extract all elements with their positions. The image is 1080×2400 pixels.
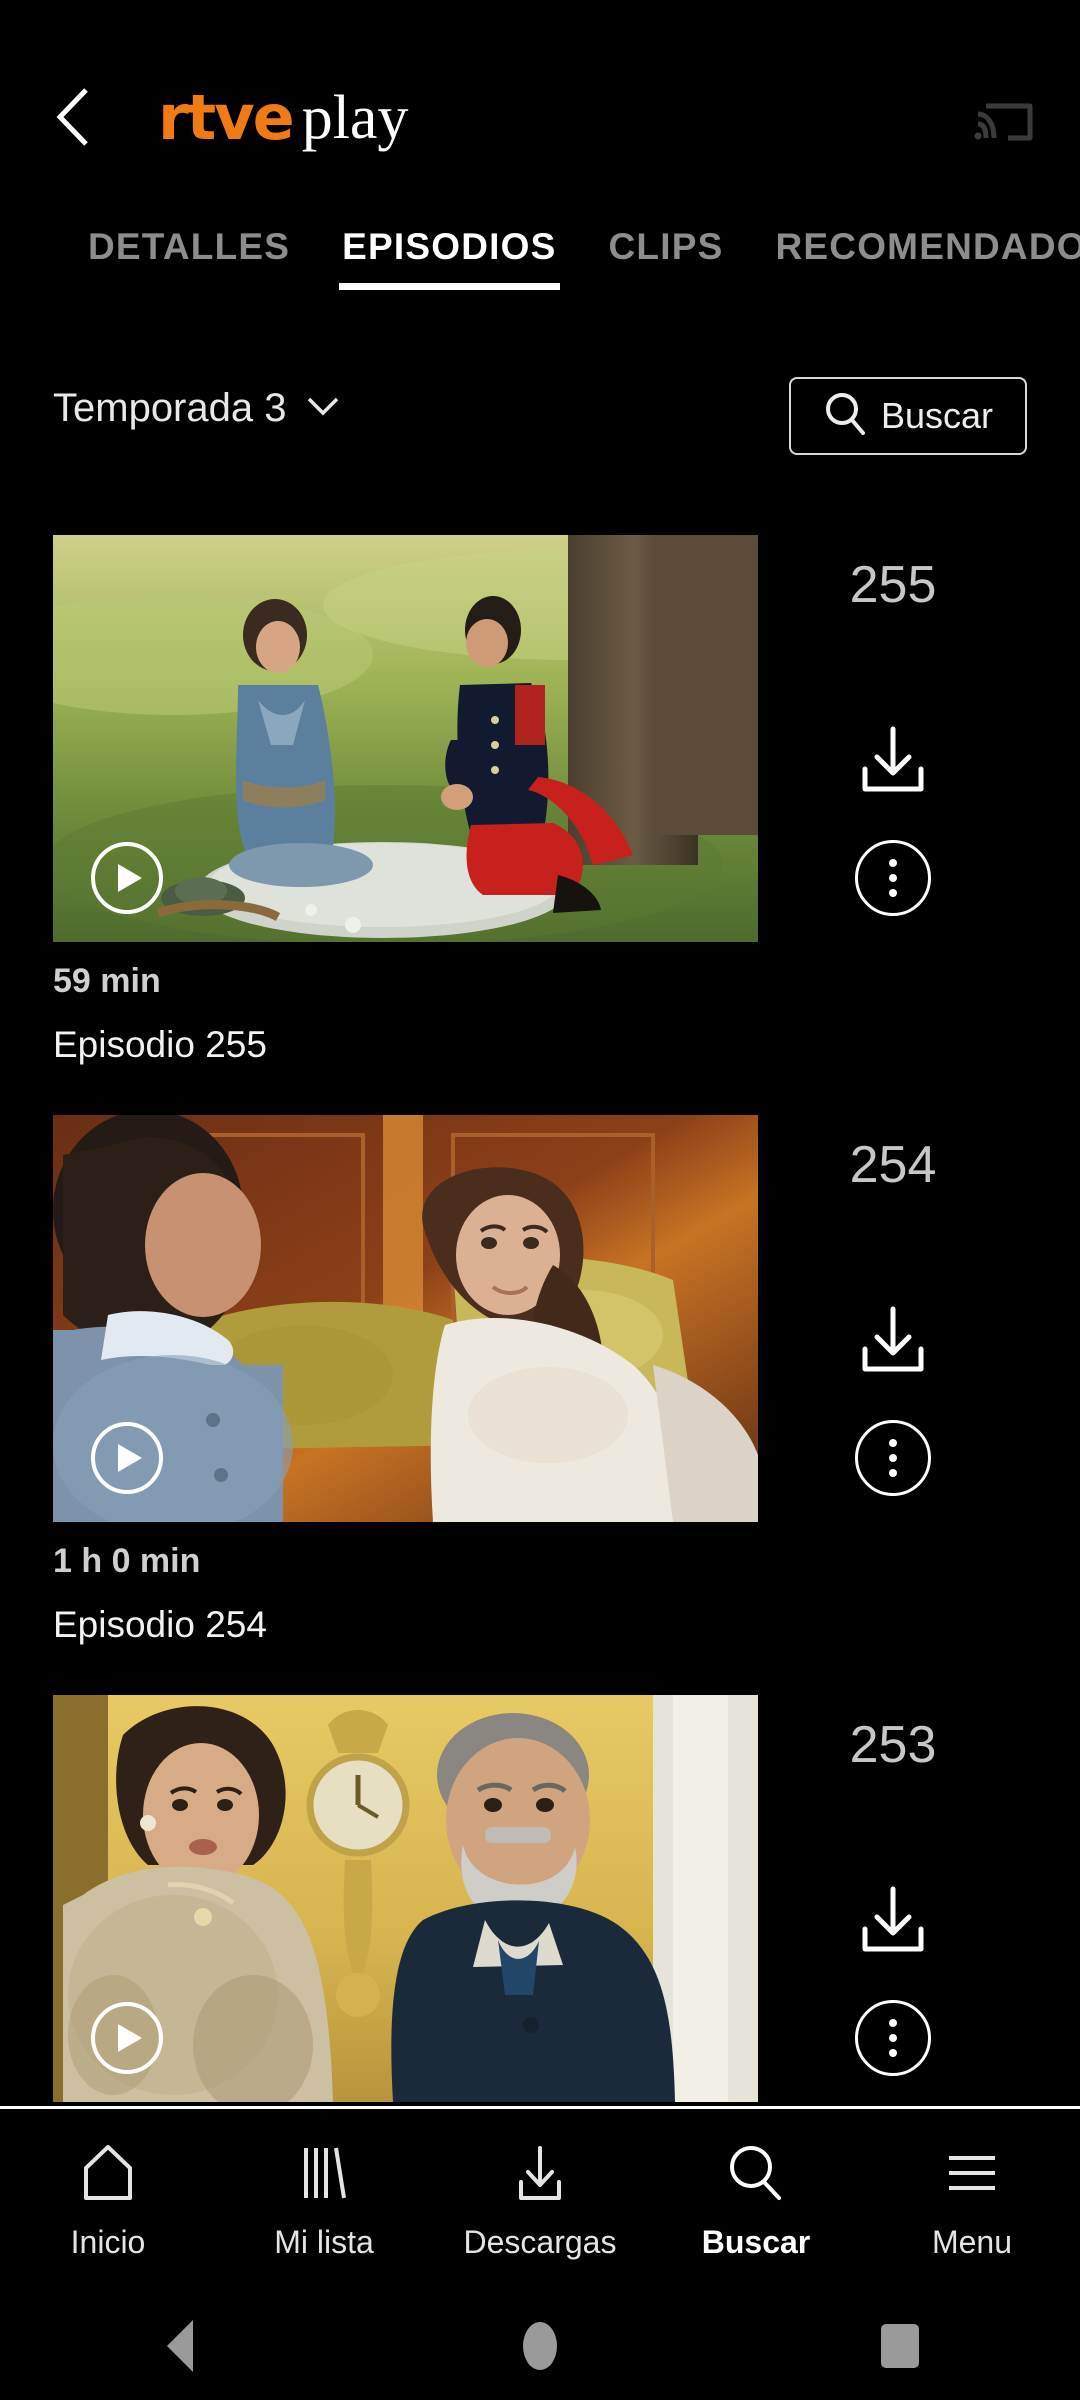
home-icon bbox=[78, 2140, 138, 2206]
tab-clips[interactable]: CLIPS bbox=[609, 212, 724, 268]
nav-label-buscar: Buscar bbox=[701, 2223, 811, 2260]
episode-thumbnail[interactable] bbox=[53, 1695, 758, 2102]
more-vertical-icon bbox=[889, 889, 897, 897]
list-item[interactable]: 1 h 0 min Episodio 254 254 bbox=[0, 1080, 1080, 1660]
download-icon bbox=[849, 721, 937, 806]
more-vertical-icon bbox=[889, 2019, 897, 2027]
episode-title: Episodio 255 bbox=[53, 1024, 267, 1065]
more-vertical-icon bbox=[889, 1469, 897, 1477]
episode-list[interactable]: 59 min Episodio 255 255 1 h 0 min Episod… bbox=[0, 500, 1080, 2108]
more-options-button[interactable] bbox=[855, 840, 931, 916]
chevron-left-icon bbox=[54, 86, 94, 148]
more-options-button[interactable] bbox=[855, 1420, 931, 1496]
search-icon bbox=[823, 390, 867, 443]
bottom-navigation[interactable]: Inicio Mi lista Descargas Buscar Menu bbox=[0, 2109, 1080, 2291]
episode-actions: 253 bbox=[758, 1695, 1080, 2108]
nav-label-menu: Menu bbox=[931, 2223, 1013, 2260]
download-icon bbox=[849, 1301, 937, 1386]
nav-label-mi-lista: Mi lista bbox=[274, 2223, 374, 2260]
hamburger-icon bbox=[941, 2140, 1003, 2206]
episode-thumbnail[interactable] bbox=[53, 535, 758, 942]
season-row: Temporada 3 Buscar bbox=[0, 372, 1080, 476]
play-icon bbox=[118, 2024, 142, 2052]
tab-detalles[interactable]: DETALLES bbox=[88, 212, 290, 268]
download-icon bbox=[509, 2140, 571, 2206]
download-icon bbox=[849, 1881, 937, 1966]
square-recents-icon bbox=[881, 2323, 919, 2368]
nav-item-descargas[interactable]: Descargas bbox=[432, 2109, 648, 2291]
more-vertical-icon bbox=[889, 2034, 897, 2042]
download-button[interactable] bbox=[843, 1300, 943, 1386]
my-list-icon bbox=[294, 2140, 354, 2206]
tab-episodios[interactable]: EPISODIOS bbox=[339, 212, 560, 290]
list-item[interactable]: 253 bbox=[0, 1660, 1080, 2108]
episode-number: 253 bbox=[849, 1716, 937, 1774]
play-icon bbox=[118, 864, 142, 892]
section-tabs[interactable]: DETALLES EPISODIOS CLIPS RECOMENDADOS bbox=[0, 212, 1080, 308]
circle-home-icon bbox=[523, 2321, 557, 2370]
brand-play-text: play bbox=[301, 84, 409, 152]
episode-thumbnail[interactable] bbox=[53, 1115, 758, 1522]
more-vertical-icon bbox=[889, 1439, 897, 1447]
nav-item-mi-lista[interactable]: Mi lista bbox=[216, 2109, 432, 2291]
nav-label-inicio: Inicio bbox=[70, 2223, 146, 2260]
more-options-button[interactable] bbox=[855, 2000, 931, 2076]
search-button-label: Buscar bbox=[880, 395, 994, 436]
episode-actions: 255 bbox=[758, 535, 1080, 1015]
system-recents-button[interactable] bbox=[720, 2323, 1080, 2368]
tab-recomendados[interactable]: RECOMENDADOS bbox=[775, 212, 1080, 268]
more-vertical-icon bbox=[889, 1454, 897, 1462]
play-button[interactable] bbox=[91, 2002, 163, 2074]
nav-label-descargas: Descargas bbox=[463, 2223, 617, 2260]
app-screen: rtve play DETALLES EPISODIOS CLIPS RECOM… bbox=[0, 0, 1080, 2400]
list-item[interactable]: 59 min Episodio 255 255 bbox=[0, 500, 1080, 1080]
play-button[interactable] bbox=[91, 1422, 163, 1494]
brand-rtve-text: rtve bbox=[158, 81, 295, 154]
app-header: rtve play bbox=[0, 0, 1080, 205]
search-button[interactable]: Buscar bbox=[789, 377, 1027, 455]
system-home-button[interactable] bbox=[360, 2321, 720, 2370]
play-button[interactable] bbox=[91, 842, 163, 914]
nav-item-buscar[interactable]: Buscar bbox=[648, 2109, 864, 2291]
more-vertical-icon bbox=[889, 2049, 897, 2057]
more-vertical-icon bbox=[889, 874, 897, 882]
episode-number: 254 bbox=[849, 1136, 937, 1194]
download-button[interactable] bbox=[843, 720, 943, 806]
season-label: Temporada 3 bbox=[53, 386, 287, 430]
back-button[interactable] bbox=[46, 86, 102, 148]
chevron-down-icon bbox=[306, 395, 340, 422]
search-icon bbox=[725, 2140, 787, 2206]
cast-icon bbox=[972, 103, 1034, 150]
system-navigation-bar[interactable] bbox=[0, 2291, 1080, 2400]
episode-title: Episodio 254 bbox=[53, 1604, 267, 1645]
brand-logo[interactable]: rtve play bbox=[158, 76, 408, 160]
play-icon bbox=[118, 1444, 142, 1472]
episode-number: 255 bbox=[849, 556, 937, 614]
download-button[interactable] bbox=[843, 1880, 943, 1966]
episode-duration: 1 h 0 min bbox=[53, 1542, 201, 1580]
more-vertical-icon bbox=[889, 859, 897, 867]
nav-item-inicio[interactable]: Inicio bbox=[0, 2109, 216, 2291]
cast-button[interactable] bbox=[972, 96, 1034, 146]
system-back-button[interactable] bbox=[0, 2319, 360, 2372]
season-selector[interactable]: Temporada 3 bbox=[53, 386, 340, 431]
episode-duration: 59 min bbox=[53, 962, 161, 1000]
nav-item-menu[interactable]: Menu bbox=[864, 2109, 1080, 2291]
triangle-back-icon bbox=[167, 2319, 193, 2372]
episode-actions: 254 bbox=[758, 1115, 1080, 1595]
